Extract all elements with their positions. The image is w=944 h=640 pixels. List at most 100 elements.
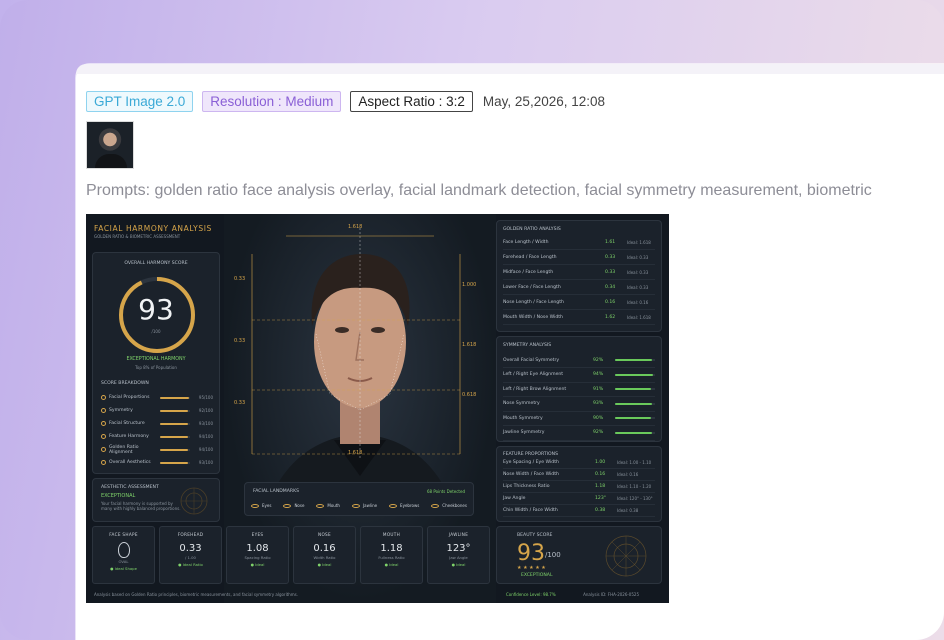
breakdown-bar-fill (160, 396, 189, 399)
breakdown-name: Symmetry (109, 408, 133, 413)
mark-right-top: 1.000 (462, 282, 477, 288)
golden-row: Midface / Face Length 0.33 Ideal: 0.33 (503, 265, 655, 280)
symmetry-row: Nose Symmetry 93% (503, 397, 655, 412)
feature-card-status: ● Ideal (250, 562, 265, 567)
feature-value: 123° (595, 496, 607, 501)
feature-metric: Lips Thickness Ratio (503, 484, 550, 489)
breakdown-name: Facial Structure (109, 421, 145, 426)
breakdown-row: Symmetry 92/100 (101, 404, 213, 417)
landmark-icon (251, 503, 259, 508)
reference-thumbnail[interactable] (86, 121, 134, 169)
golden-metric: Midface / Face Length (503, 269, 554, 275)
feature-card: NOSE 0.16 Width Ratio ● Ideal (293, 526, 356, 584)
feature-card: FOREHEAD 0.33/ 1.00 ● Ideal Ratio (159, 526, 222, 584)
golden-ideal: Ideal: 0.33 (627, 284, 649, 290)
golden-spiral-icon (180, 487, 208, 515)
breakdown-bar-fill (160, 448, 189, 451)
symmetry-metric: Left / Right Brow Alignment (503, 386, 567, 392)
feature-card-title: JAWLINE (448, 532, 469, 537)
result-card: GPT Image 2.0 Resolution : Medium Aspect… (76, 64, 944, 640)
symmetry-value: 94% (593, 372, 604, 377)
beauty-score: 93 (517, 541, 545, 566)
breakdown-list: Facial Proportions 95/100 Symmetry 92/100 Fa… (101, 391, 213, 469)
symmetry-row: Jawline Symmetry 92% (503, 426, 655, 441)
breakdown-row: Feature Harmony 94/100 (101, 430, 213, 443)
timestamp: May, 25,2026, 12:08 (482, 94, 606, 109)
symmetry-label: SYMMETRY ANALYSIS (503, 343, 552, 348)
golden-row: Forehead / Face Length 0.33 Ideal: 0.33 (503, 250, 655, 265)
feature-card-status: ● Ideal (317, 562, 332, 567)
symmetry-bar-fill (615, 373, 653, 376)
beauty-max: /100 (545, 551, 561, 559)
symmetry-metric: Left / Right Eye Alignment (503, 372, 564, 377)
mark-right-bot: 0.618 (462, 392, 477, 398)
breakdown-bar-fill (160, 409, 188, 412)
symmetry-value: 92% (593, 357, 604, 363)
landmarks-label: FACIAL LANDMARKS (253, 489, 300, 494)
feature-metric: Chin Width / Face Width (503, 508, 558, 513)
symmetry-metric: Overall Facial Symmetry (503, 357, 560, 363)
aesthetic-panel: AESTHETIC ASSESSMENT EXCEPTIONAL Your fa… (92, 478, 220, 522)
landmark-icon (283, 503, 292, 508)
symmetry-value: 91% (593, 386, 604, 392)
symmetry-bar-fill (615, 417, 651, 419)
aesthetic-label: AESTHETIC ASSESSMENT (101, 485, 159, 490)
breakdown-value: 92/100 (198, 408, 213, 413)
breakdown-bullet-icon (101, 421, 106, 426)
golden-ideal: Ideal: 0.33 (627, 269, 649, 275)
feature-value: 1.00 (595, 460, 606, 465)
golden-ideal: Ideal: 0.33 (627, 254, 649, 260)
symmetry-bar (615, 431, 655, 434)
overall-max: /100 (151, 329, 161, 334)
symmetry-bar-fill (615, 388, 652, 390)
feature-row: Chin Width / Face Width 0.38 Ideal: 0.38 (503, 505, 655, 517)
feature-ideal: Ideal: 1.10 - 1.20 (617, 484, 652, 489)
feature-row: Eye Spacing / Eye Width 1.00 Ideal: 1.00 -… (503, 457, 655, 469)
generated-image[interactable]: FACIAL HARMONY ANALYSIS GOLDEN RATIO & B… (86, 214, 669, 603)
landmark-icon (316, 503, 325, 508)
breakdown-value: 94/100 (198, 434, 213, 439)
golden-ideal: Ideal: 1.618 (627, 239, 651, 245)
landmark-label: Nose (294, 503, 305, 508)
resolution-tag: Resolution : Medium (202, 91, 342, 112)
face-shape-icon (117, 542, 130, 558)
golden-metric: Mouth Width / Nose Width (503, 314, 563, 320)
symmetry-bar-fill (615, 402, 653, 405)
mark-right-mid: 1.618 (462, 342, 477, 348)
footer-id: Analysis ID: FHA-2026-0525 (583, 592, 639, 597)
image-subtitle: GOLDEN RATIO & BIOMETRIC ASSESSMENT (94, 234, 181, 239)
face-illustration (251, 228, 461, 514)
golden-metric: Forehead / Face Length (503, 254, 557, 260)
feature-row: Nose Width / Face Width 0.16 Ideal: 0.16 (503, 469, 655, 481)
features-panel: FEATURE PROPORTIONS Eye Spacing / Eye Wi… (496, 446, 662, 522)
golden-grid-icon (605, 535, 647, 577)
feature-card: EYES 1.08 Spacing Ratio ● Ideal (226, 526, 289, 584)
app-background: GPT Image 2.0 Resolution : Medium Aspect… (0, 0, 944, 640)
landmark-icon (431, 503, 440, 508)
landmark-label: Cheekbones (442, 503, 467, 508)
landmark-item: Mouth (316, 503, 340, 508)
breakdown-bar (160, 448, 190, 451)
feature-card-status: ● Ideal (451, 562, 466, 567)
symmetry-bar-fill (615, 431, 652, 434)
golden-value: 0.34 (605, 284, 616, 290)
feature-value: 1.18 (595, 484, 606, 489)
feature-ideal: Ideal: 120° - 130° (617, 496, 653, 501)
golden-value: 0.16 (605, 299, 616, 305)
aesthetic-grade: EXCEPTIONAL (101, 493, 136, 499)
symmetry-row: Overall Facial Symmetry 92% (503, 353, 655, 368)
beauty-score-panel: BEAUTY SCORE 93 /100 ★ ★ ★ ★ ★ EXCEPTION… (496, 526, 662, 584)
symmetry-value: 92% (593, 430, 604, 435)
breakdown-bar (160, 409, 190, 412)
symmetry-row: Left / Right Eye Alignment 94% (503, 368, 655, 383)
golden-row: Nose Length / Face Length 0.16 Ideal: 0.16 (503, 295, 655, 310)
golden-label: GOLDEN RATIO ANALYSIS (503, 227, 561, 232)
breakdown-bar-fill (160, 461, 188, 464)
feature-card-title: EYES (251, 532, 264, 537)
footer-left: Analysis based on Golden Ratio principle… (94, 592, 299, 597)
breakdown-bullet-icon (101, 447, 106, 452)
breakdown-bar (160, 422, 190, 425)
mark-left-mid: 0.33 (234, 338, 246, 344)
breakdown-name: Feature Harmony (109, 434, 149, 439)
symmetry-row: Mouth Symmetry 90% (503, 411, 655, 426)
